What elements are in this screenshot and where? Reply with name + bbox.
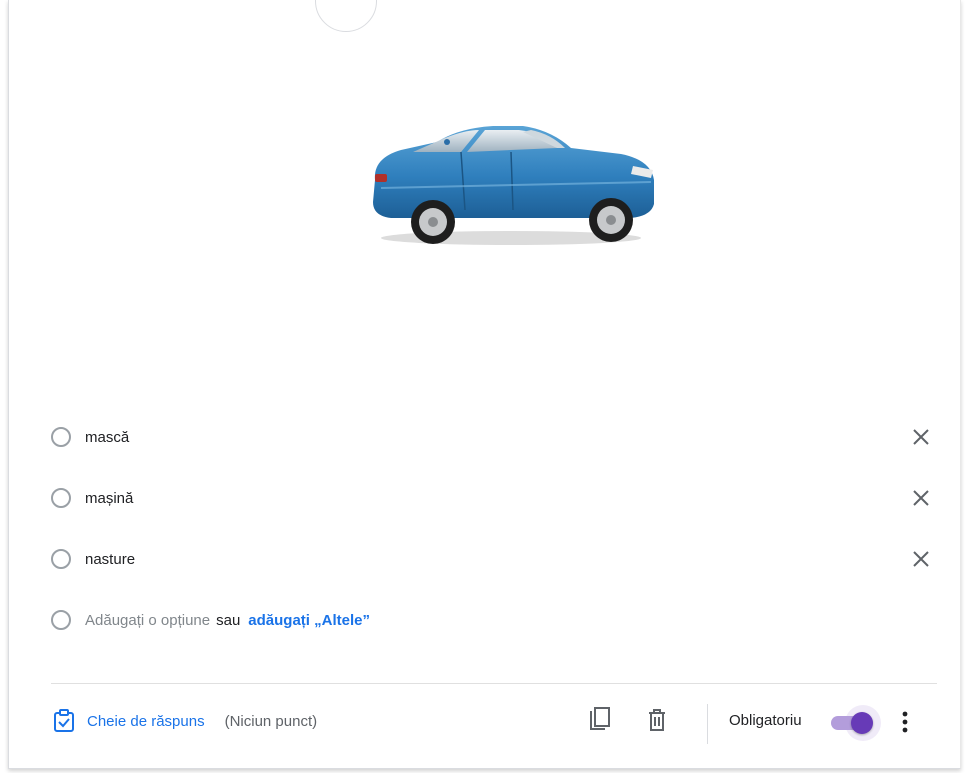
car-image bbox=[373, 126, 654, 245]
more-vert-icon[interactable] bbox=[895, 708, 915, 736]
option-row[interactable]: nasture bbox=[51, 543, 931, 575]
question-card: mască mașină nasture Adăugați o opțiune … bbox=[8, 0, 961, 769]
answer-key-button[interactable]: Cheie de răspuns (Niciun punct) bbox=[53, 708, 317, 734]
footer-divider bbox=[51, 683, 937, 684]
footer-vertical-divider bbox=[707, 704, 708, 744]
option-row[interactable]: mască bbox=[51, 421, 931, 453]
duplicate-button[interactable] bbox=[585, 706, 613, 734]
duplicate-icon[interactable] bbox=[587, 707, 611, 733]
add-other-link[interactable]: adăugați „Altele” bbox=[248, 612, 370, 629]
option-row[interactable]: mașină bbox=[51, 482, 931, 514]
points-label: (Niciun punct) bbox=[224, 712, 318, 730]
radio-button[interactable] bbox=[51, 549, 71, 569]
answer-key-label[interactable]: Cheie de răspuns bbox=[87, 713, 205, 730]
option-label[interactable]: nasture bbox=[85, 551, 135, 568]
question-image bbox=[361, 118, 659, 250]
answer-key-icon[interactable] bbox=[53, 709, 75, 733]
radio-button[interactable] bbox=[51, 488, 71, 508]
option-label[interactable]: mască bbox=[85, 429, 129, 446]
required-label: Obligatoriu bbox=[729, 712, 802, 729]
delete-button[interactable] bbox=[643, 706, 671, 734]
radio-button bbox=[51, 610, 71, 630]
remove-option-x-icon[interactable] bbox=[911, 488, 931, 508]
delete-icon[interactable] bbox=[647, 708, 667, 732]
or-text: sau bbox=[216, 611, 241, 629]
option-label[interactable]: mașină bbox=[85, 490, 133, 507]
toggle-knob[interactable] bbox=[851, 712, 873, 734]
drag-handle[interactable] bbox=[315, 0, 377, 32]
add-option-row: Adăugați o opțiune sau adăugați „Altele” bbox=[51, 604, 931, 636]
remove-option-x-icon[interactable] bbox=[911, 549, 931, 569]
radio-button[interactable] bbox=[51, 427, 71, 447]
required-toggle[interactable] bbox=[829, 705, 881, 741]
remove-option-x-icon[interactable] bbox=[911, 427, 931, 447]
add-option-input[interactable]: Adăugați o opțiune bbox=[85, 612, 210, 629]
